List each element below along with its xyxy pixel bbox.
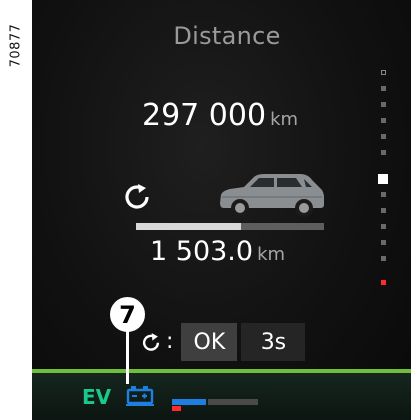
battery-icon [126, 386, 154, 406]
car-icon [220, 174, 324, 217]
odometer-readout: 297 000 km [142, 98, 342, 133]
callout-leader-line [126, 328, 129, 384]
figure: 70877 Distance 297 000 km 1 503.0 km: O… [0, 0, 411, 420]
ev-charge-gauge-icon [172, 399, 258, 411]
odometer-unit: km [270, 109, 299, 130]
scroll-step-dot [381, 134, 386, 139]
scroll-step-dot [381, 192, 386, 197]
scroll-step-dot [381, 224, 386, 229]
trip-readout: 1 503.0 km [150, 236, 350, 267]
trip-value: 1 503.0 [150, 236, 254, 267]
callout-marker: 7 [110, 297, 145, 332]
reset-separator: : [166, 328, 174, 354]
trip-reset-icon [125, 184, 149, 209]
scroll-step-dot [381, 70, 386, 75]
scroll-step-dot [381, 280, 386, 285]
trip-reset-icon [142, 333, 160, 351]
hold-duration-button[interactable]: 3s [241, 323, 306, 361]
menu-scroll-indicator [378, 68, 390, 290]
instrument-cluster-screen: Distance 297 000 km 1 503.0 km: OK 3s E… [32, 0, 411, 420]
scroll-step-dot [381, 102, 386, 107]
scroll-step-dot [381, 256, 386, 261]
trip-progress-bar [136, 223, 324, 230]
figure-reference: 70877 [8, 23, 24, 67]
trip-reset-bar: : OK 3s [128, 323, 320, 361]
scroll-step-dot [381, 208, 386, 213]
odometer-value: 297 000 [142, 98, 267, 133]
scroll-step-dot [381, 150, 386, 155]
trip-unit: km [257, 244, 286, 265]
ok-button[interactable]: OK [181, 323, 238, 361]
scroll-step-dot [381, 240, 386, 245]
trip-progress-fill [136, 223, 242, 230]
scroll-step-dot [381, 86, 386, 91]
scroll-step-dot [381, 118, 386, 123]
scroll-position-marker [378, 174, 388, 184]
ev-mode-indicator: EV [82, 385, 112, 409]
page-title: Distance [173, 22, 281, 50]
